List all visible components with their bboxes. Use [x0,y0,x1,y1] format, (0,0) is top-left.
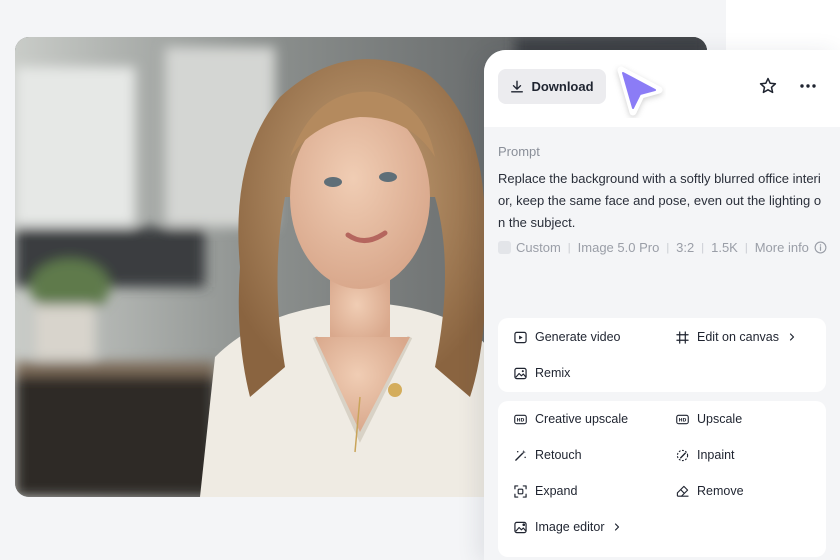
meta-resolution: 1.5K [711,240,738,255]
meta-divider: | [701,241,705,254]
remix-label: Remix [535,366,571,380]
download-button[interactable]: Download [498,69,606,104]
hd-icon: HD [514,414,527,424]
prompt-text: Replace the background with a softly blu… [498,171,822,230]
expand-icon [514,484,527,498]
expand-button[interactable]: Expand [514,484,577,498]
star-icon[interactable] [758,76,778,96]
meta-divider: | [567,241,571,254]
play-video-icon [514,331,527,343]
edit-on-canvas-button[interactable]: Edit on canvas [676,330,797,344]
cursor-arrow-icon [617,66,663,116]
remove-button[interactable]: Remove [676,484,744,498]
creative-upscale-button[interactable]: HD Creative upscale [514,412,628,426]
meta-divider: | [666,241,670,254]
image-editor-button[interactable]: Image editor [514,520,622,534]
remix-button[interactable]: Remix [514,366,570,380]
download-label: Download [531,79,594,94]
download-icon [511,80,524,93]
upscale-label: Upscale [697,412,743,426]
chevron-right-icon [615,523,620,531]
meta-aspect: 3:2 [676,240,695,255]
meta-style: Custom [516,240,561,255]
generate-video-button[interactable]: Generate video [514,330,620,344]
svg-text:HD: HD [679,417,687,423]
more-info-link[interactable]: More info [755,240,827,255]
retouch-button[interactable]: Retouch [514,448,582,462]
canvas-crop-icon [676,330,689,344]
image-editor-label: Image editor [535,520,605,534]
meta-model: Image 5.0 Pro [577,240,660,255]
generation-meta: Custom | Image 5.0 Pro | 3:2 | 1.5K | Mo… [498,240,827,255]
more-info-label: More info [754,240,809,255]
svg-text:HD: HD [517,417,525,423]
remove-label: Remove [697,484,744,498]
upscale-button[interactable]: HD Upscale [676,412,742,426]
inpaint-button[interactable]: Inpaint [676,448,735,462]
creative-upscale-label: Creative upscale [535,412,629,426]
magic-wand-icon [515,449,526,461]
info-icon [814,241,827,254]
primary-actions-card: Generate video Edit on canvas Remix [498,318,826,392]
generate-video-label: Generate video [535,330,621,344]
panel-toolbar: Download [484,50,840,127]
style-thumbnail [498,241,511,254]
eraser-icon [676,485,689,497]
inpaint-brush-icon [676,449,689,461]
image-details-panel: Download Prompt Replace the background w… [484,50,840,560]
expand-label: Expand [535,484,578,498]
more-horizontal-icon[interactable] [798,76,818,96]
hd-icon: HD [676,414,689,424]
inpaint-label: Inpaint [697,448,735,462]
remix-image-icon [514,367,527,379]
chevron-right-icon [789,333,795,341]
edit-actions-card: HD Creative upscale HD Upscale Retouch I… [498,401,826,557]
image-editor-icon [514,521,527,533]
retouch-label: Retouch [535,448,582,462]
prompt-label: Prompt [498,144,540,159]
edit-on-canvas-label: Edit on canvas [697,330,779,344]
meta-divider: | [744,241,748,254]
